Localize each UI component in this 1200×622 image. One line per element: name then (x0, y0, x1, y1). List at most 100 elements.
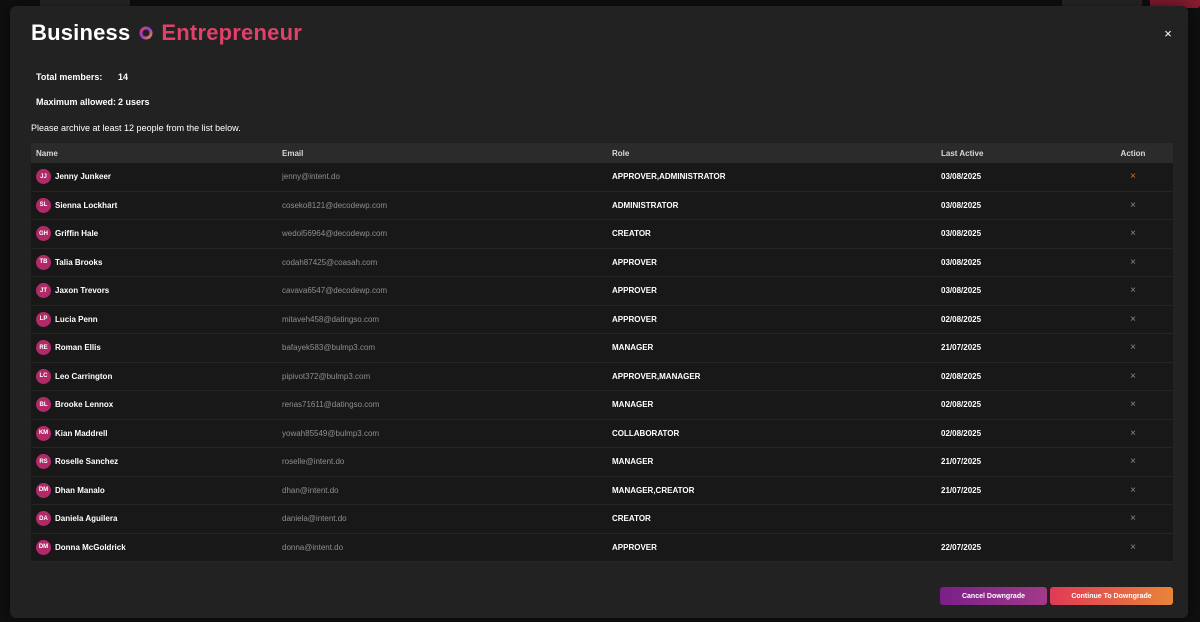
archive-member-close-icon[interactable]: × (1093, 200, 1173, 211)
member-name: Daniela Aguilera (55, 514, 118, 524)
archive-member-close-icon[interactable]: × (1093, 513, 1173, 524)
table-header: Name Email Role Last Active Action (31, 143, 1173, 163)
archive-member-close-icon[interactable]: × (1093, 314, 1173, 325)
member-role: ADMINISTRATOR (612, 200, 679, 210)
member-name: Sienna Lockhart (55, 200, 118, 210)
member-role: MANAGER (612, 457, 654, 467)
member-role: MANAGER,CREATOR (612, 485, 695, 495)
member-role: APPROVER (612, 257, 657, 267)
member-email: jenny@intent.do (282, 172, 340, 182)
member-name-cell: JJ Jenny Junkeer (31, 169, 282, 185)
table-row: RS Roselle Sanchez roselle@intent.do MANAGE… (31, 448, 1173, 477)
continue-downgrade-button[interactable]: Continue To Downgrade (1050, 587, 1173, 605)
modal-header: Business Entrepreneur (31, 20, 302, 46)
archive-member-close-icon[interactable]: × (1093, 257, 1173, 268)
archive-member-close-icon[interactable]: × (1093, 428, 1173, 439)
table-row: LP Lucia Penn mitaveh458@datingso.com APPRO… (31, 305, 1173, 334)
table-row: LC Leo Carrington pipivot372@bulmp3.com APP… (31, 362, 1173, 391)
member-email: cavava6547@decodewp.com (282, 286, 388, 296)
member-name-cell: DM Dhan Manalo (31, 482, 282, 498)
member-email: wedol56964@decodewp.com (282, 229, 388, 239)
avatar: DM (36, 539, 51, 555)
archive-member-close-icon[interactable]: × (1093, 342, 1173, 353)
column-header-last-active: Last Active (941, 148, 984, 158)
table-row: DM Dhan Manalo dhan@intent.do MANAGER,CREAT… (31, 476, 1173, 505)
total-members-label: Total members: (36, 71, 103, 82)
archive-member-close-icon[interactable]: × (1093, 285, 1173, 296)
avatar: LP (36, 311, 51, 327)
member-email: roselle@intent.do (282, 457, 345, 467)
member-name: Griffin Hale (55, 229, 99, 239)
member-name: Brooke Lennox (55, 400, 114, 410)
table-row: RE Roman Ellis bafayek583@bulmp3.com MANAGE… (31, 334, 1173, 363)
member-name: Dhan Manalo (55, 485, 105, 495)
table-row: JJ Jenny Junkeer jenny@intent.do APPROVER,A… (31, 163, 1173, 192)
member-name-cell: SL Sienna Lockhart (31, 197, 282, 213)
avatar: SL (36, 197, 51, 213)
member-email: daniela@intent.do (282, 514, 347, 524)
member-last-active: 21/07/2025 (941, 485, 982, 495)
member-role: APPROVER (612, 286, 657, 296)
member-stats: Total members: 14 Maximum allowed: 2 use… (36, 64, 150, 114)
max-allowed-value: 2 users (118, 96, 150, 107)
table-row: DA Daniela Aguilera daniela@intent.do CREAT… (31, 505, 1173, 534)
members-table: Name Email Role Last Active Action JJ Jen… (31, 143, 1173, 562)
table-row: JT Jaxon Trevors cavava6547@decodewp.com AP… (31, 277, 1173, 306)
member-email: coseko8121@decodewp.com (282, 200, 388, 210)
avatar: LC (36, 368, 51, 384)
table-row: TB Talia Brooks codah87425@coasah.com APPRO… (31, 248, 1173, 277)
member-role: COLLABORATOR (612, 428, 680, 438)
avatar: RS (36, 454, 51, 470)
member-name: Jenny Junkeer (55, 172, 112, 182)
avatar: RE (36, 340, 51, 356)
member-last-active: 03/08/2025 (941, 229, 982, 239)
member-email: donna@intent.do (282, 542, 344, 552)
member-last-active: 02/08/2025 (941, 428, 982, 438)
member-last-active: 03/08/2025 (941, 172, 982, 182)
member-role: APPROVER,ADMINISTRATOR (612, 172, 726, 182)
cancel-downgrade-button[interactable]: Cancel Downgrade (940, 587, 1047, 605)
member-name: Kian Maddrell (55, 428, 108, 438)
member-role: APPROVER,MANAGER (612, 371, 701, 381)
max-allowed-label: Maximum allowed: (36, 96, 117, 107)
member-email: mitaveh458@datingso.com (282, 314, 380, 324)
member-name-cell: KM Kian Maddrell (31, 425, 282, 441)
total-members-row: Total members: 14 (36, 64, 150, 89)
archive-member-close-icon[interactable]: × (1093, 228, 1173, 239)
table-body: JJ Jenny Junkeer jenny@intent.do APPROVER,A… (31, 163, 1173, 562)
member-last-active: 03/08/2025 (941, 257, 982, 267)
member-name: Jaxon Trevors (55, 286, 110, 296)
close-icon[interactable]: × (1160, 26, 1176, 42)
member-role: APPROVER (612, 542, 657, 552)
member-name-cell: GH Griffin Hale (31, 226, 282, 242)
archive-member-close-icon[interactable]: × (1093, 456, 1173, 467)
archive-member-close-icon[interactable]: × (1093, 371, 1173, 382)
instruction-text: Please archive at least 12 people from t… (31, 123, 241, 133)
member-name-cell: RE Roman Ellis (31, 340, 282, 356)
avatar: JT (36, 283, 51, 299)
archive-member-close-icon[interactable]: × (1093, 485, 1173, 496)
total-members-value: 14 (118, 71, 129, 82)
archive-member-close-icon[interactable]: × (1093, 399, 1173, 410)
archive-member-close-icon[interactable]: × (1093, 171, 1173, 182)
archive-member-close-icon[interactable]: × (1093, 542, 1173, 553)
member-name-cell: LP Lucia Penn (31, 311, 282, 327)
member-role: APPROVER (612, 314, 657, 324)
downgrade-modal: Business Entrepreneur × Total members: 1… (10, 6, 1188, 618)
member-email: yowah85549@bulmp3.com (282, 428, 380, 438)
member-last-active: 21/07/2025 (941, 343, 982, 353)
avatar: GH (36, 226, 51, 242)
avatar: DM (36, 482, 51, 498)
member-name-cell: DA Daniela Aguilera (31, 511, 282, 527)
avatar: DA (36, 511, 51, 527)
member-last-active: 02/08/2025 (941, 314, 982, 324)
member-last-active: 03/08/2025 (941, 200, 982, 210)
member-role: MANAGER (612, 343, 654, 353)
max-allowed-row: Maximum allowed: 2 users (36, 89, 150, 114)
member-name: Roman Ellis (55, 343, 101, 353)
member-email: codah87425@coasah.com (282, 257, 378, 267)
member-last-active: 22/07/2025 (941, 542, 982, 552)
member-name: Talia Brooks (55, 257, 103, 267)
member-role: MANAGER (612, 400, 654, 410)
member-role: CREATOR (612, 514, 651, 524)
